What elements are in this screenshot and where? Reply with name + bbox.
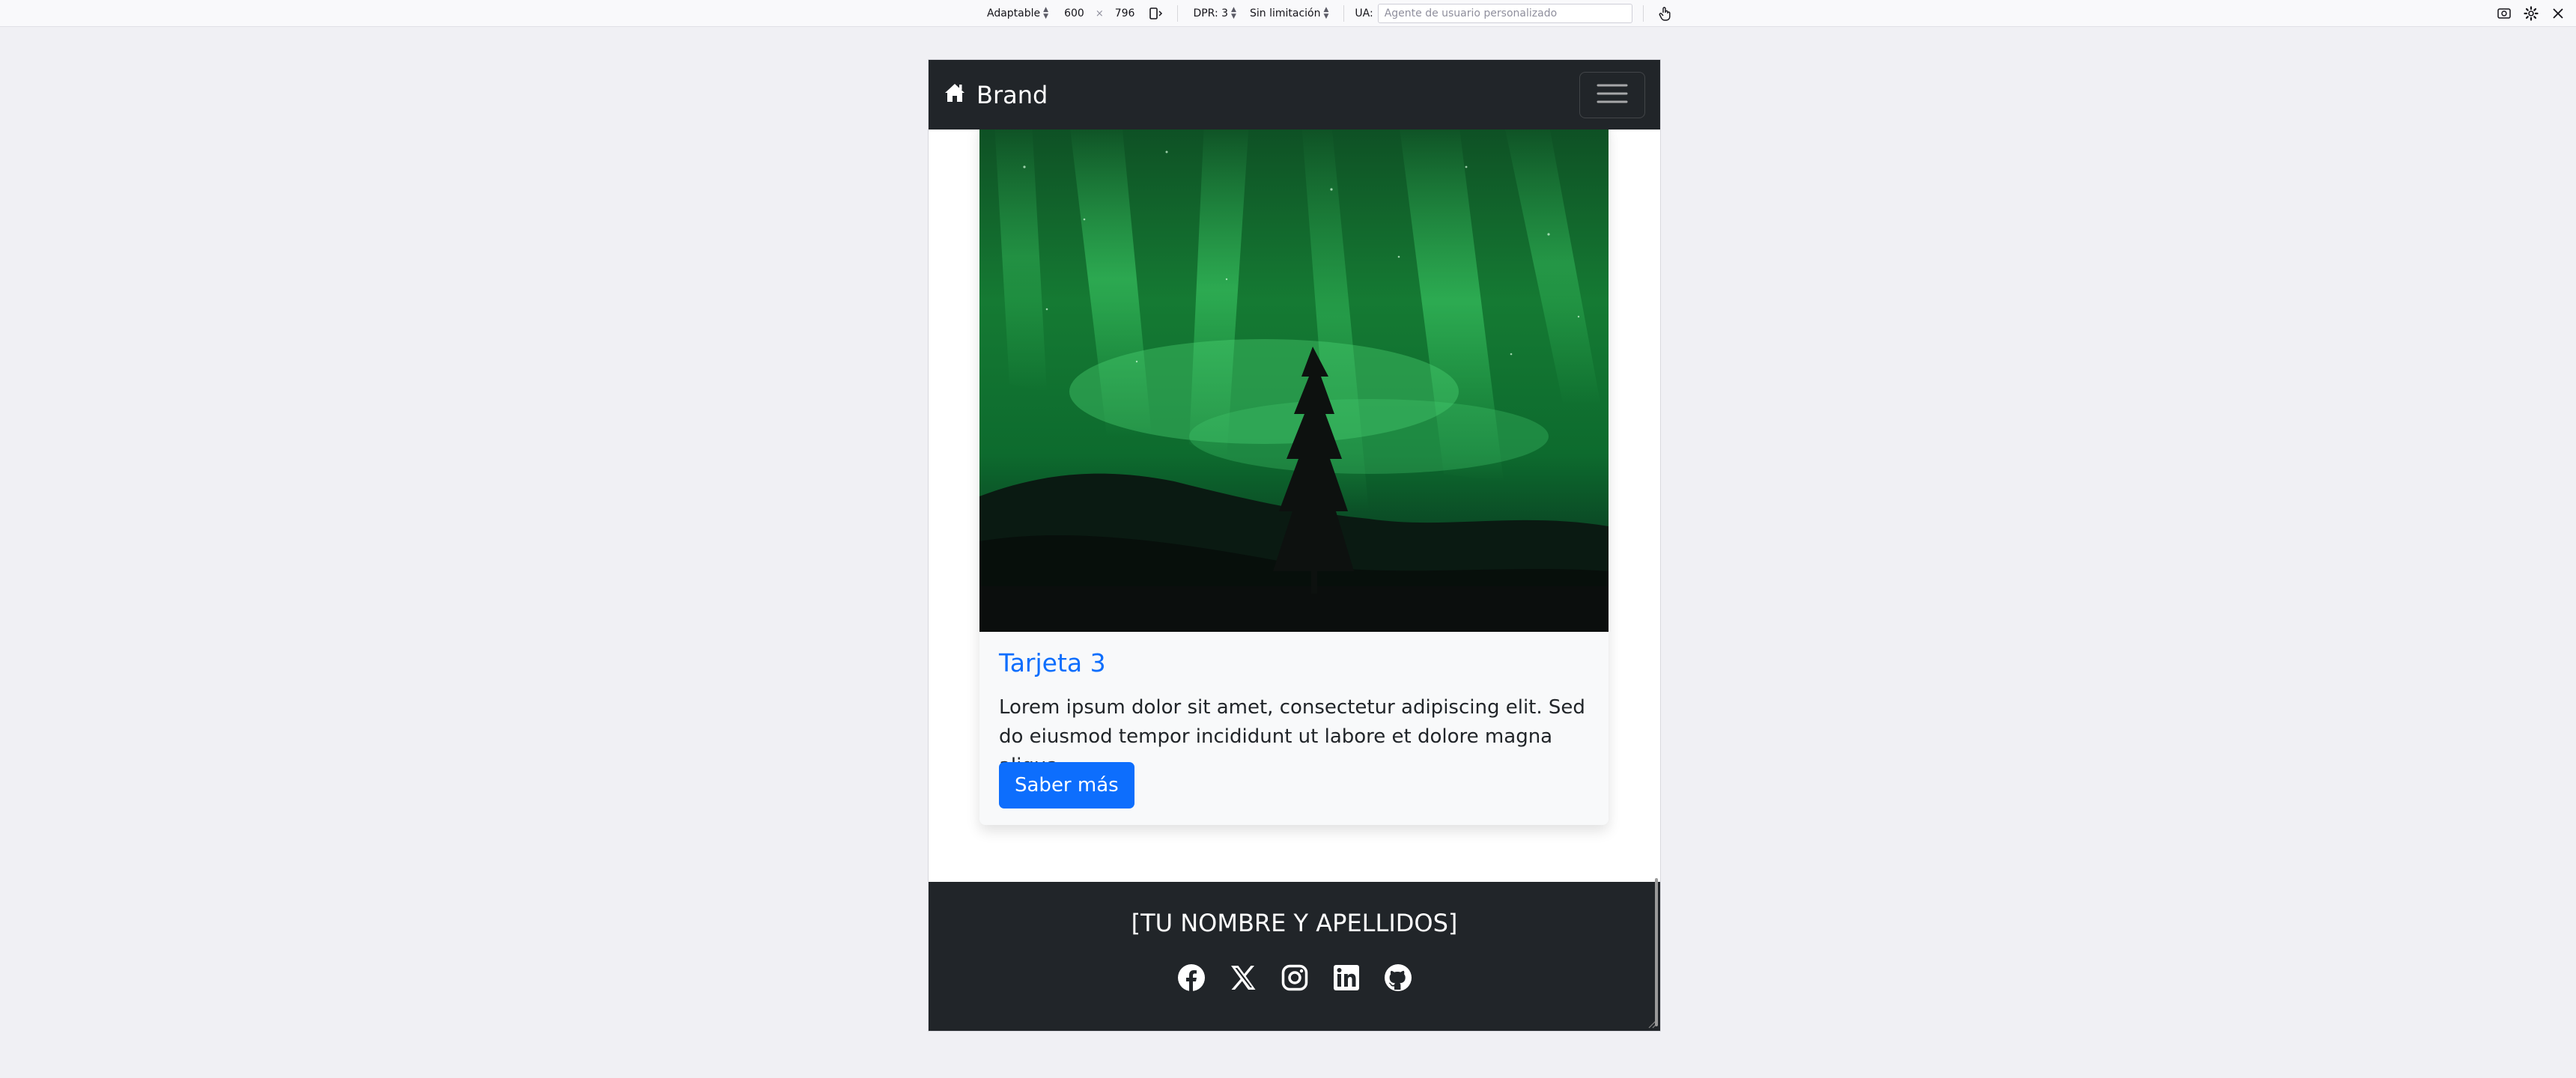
touch-icon[interactable]	[1654, 3, 1675, 24]
dimension-separator: ×	[1095, 7, 1104, 19]
throttling-label: Sin limitación	[1249, 7, 1321, 19]
navbar-toggler-button[interactable]	[1579, 71, 1645, 118]
instagram-icon[interactable]	[1280, 963, 1310, 993]
card: Tarjeta 3 Lorem ipsum dolor sit amet, co…	[979, 122, 1609, 825]
scrollbar-thumb[interactable]	[1655, 878, 1658, 1026]
updown-caret-icon: ▲ ▼	[1323, 6, 1329, 20]
house-icon	[944, 81, 966, 109]
viewport-width-input[interactable]: 600	[1057, 4, 1091, 23]
rotate-icon[interactable]	[1146, 3, 1167, 24]
toolbar-divider	[1642, 5, 1644, 22]
navbar: Brand	[929, 60, 1660, 130]
hamburger-icon	[1596, 82, 1629, 108]
brand-label: Brand	[976, 80, 1048, 109]
settings-icon[interactable]	[2521, 3, 2542, 24]
responsive-design-toolbar: Adaptable ▲ ▼ 600 × 796 DPR: 3 ▲ ▼ Sin lim…	[0, 0, 2576, 27]
github-icon[interactable]	[1383, 963, 1413, 993]
card-title[interactable]: Tarjeta 3	[999, 648, 1106, 677]
throttling-select[interactable]: Sin limitación ▲ ▼	[1245, 4, 1333, 23]
footer-name: [TU NOMBRE Y APELLIDOS]	[1131, 909, 1458, 937]
device-mode-select[interactable]: Adaptable ▲ ▼	[982, 4, 1053, 23]
facebook-icon[interactable]	[1176, 963, 1206, 993]
aurora-image	[979, 122, 1609, 632]
updown-caret-icon: ▲ ▼	[1231, 6, 1236, 20]
ua-label: UA:	[1355, 7, 1373, 19]
toolbar-divider	[1343, 5, 1345, 22]
dpr-label: DPR: 3	[1193, 7, 1229, 19]
social-links	[929, 963, 1660, 993]
device-viewport: Brand Tarjeta 3 Lorem ipsum dolor sit am…	[929, 60, 1660, 1031]
device-mode-label: Adaptable	[987, 7, 1041, 19]
saber-mas-button[interactable]: Saber más	[999, 762, 1134, 808]
footer: [TU NOMBRE Y APELLIDOS]	[929, 882, 1660, 1031]
linkedin-icon[interactable]	[1331, 963, 1361, 993]
viewport-height-input[interactable]: 796	[1108, 4, 1142, 23]
dpr-select[interactable]: DPR: 3 ▲ ▼	[1188, 4, 1241, 23]
x-icon[interactable]	[1228, 963, 1258, 993]
toolbar-divider	[1177, 5, 1179, 22]
page-content: Tarjeta 3 Lorem ipsum dolor sit amet, co…	[929, 122, 1660, 942]
navbar-brand[interactable]: Brand	[944, 81, 1048, 109]
screenshot-icon[interactable]	[2494, 3, 2515, 24]
close-icon[interactable]	[2548, 3, 2569, 24]
user-agent-input[interactable]: Agente de usuario personalizado	[1377, 4, 1632, 23]
updown-caret-icon: ▲ ▼	[1043, 6, 1049, 20]
